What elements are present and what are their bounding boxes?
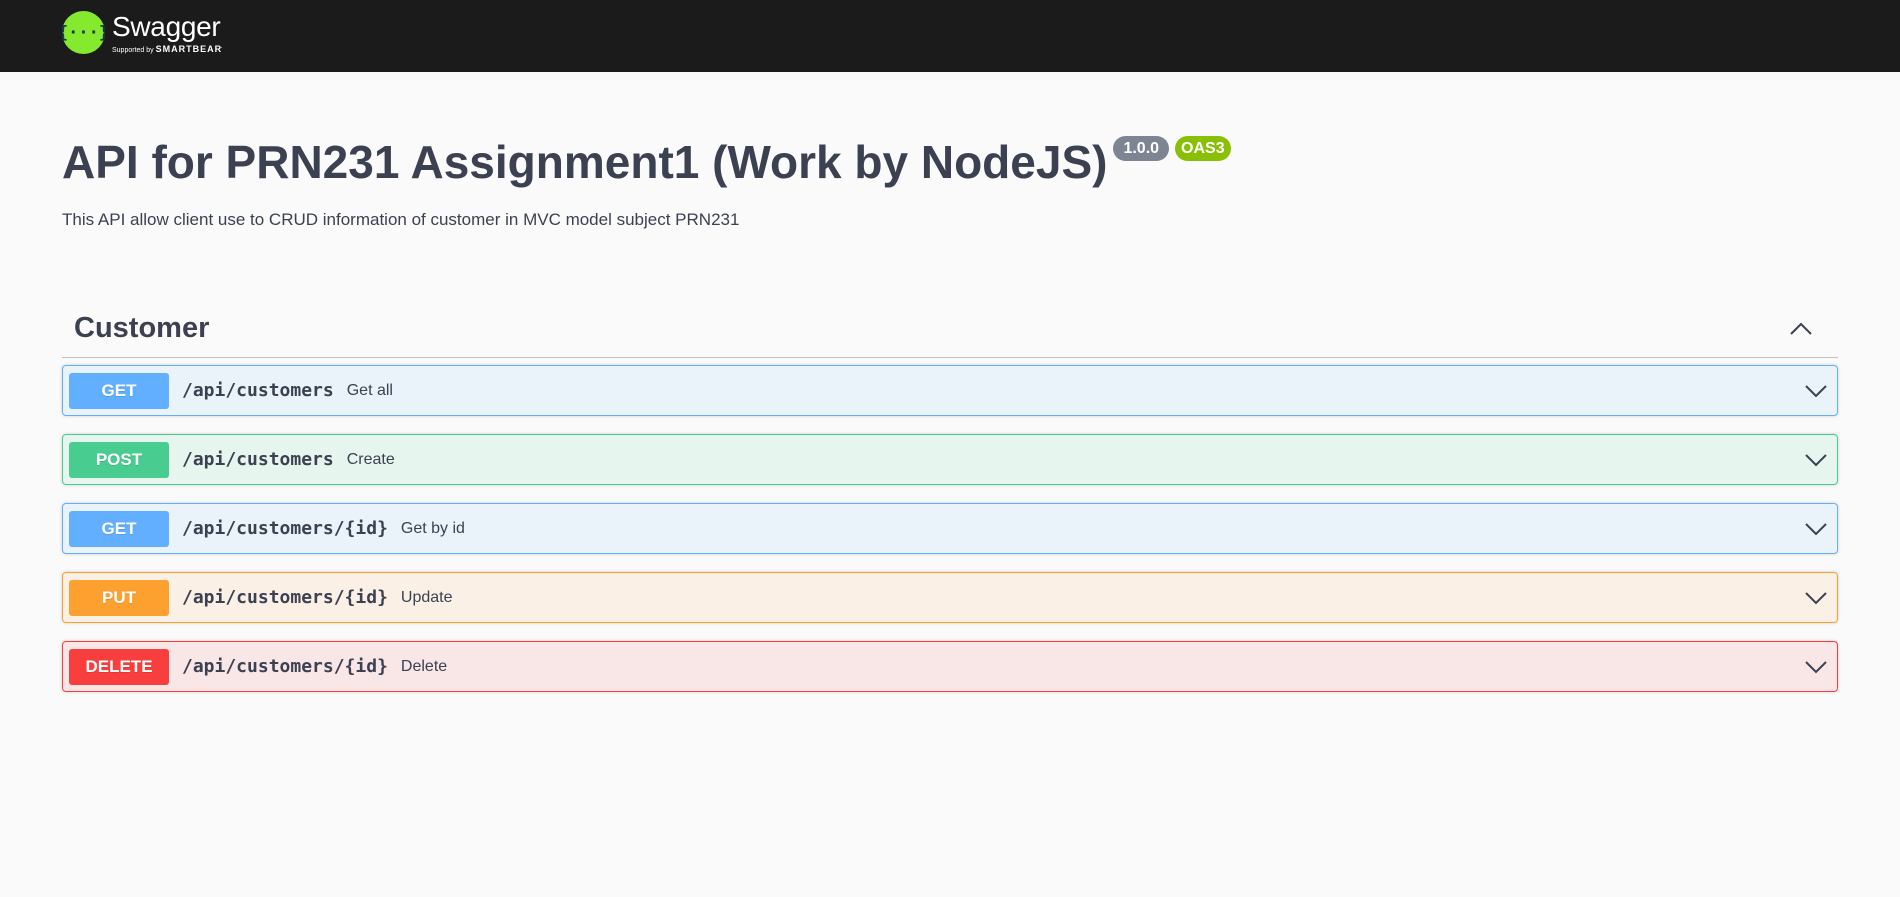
operation-path: /api/customers/{id} [182,518,388,539]
chevron-down-icon[interactable] [1801,376,1831,406]
api-info: API for PRN231 Assignment1 (Work by Node… [62,128,1842,230]
operation-post-customers[interactable]: POST /api/customers Create [62,434,1838,485]
tag-header-customer[interactable]: Customer [62,300,1838,358]
chevron-up-icon[interactable] [1786,314,1816,344]
version-badge: 1.0.0 [1113,136,1170,161]
chevron-down-icon[interactable] [1801,583,1831,613]
brand-text: Swagger. Supported by SMARTBEAR [112,11,222,56]
operation-summary: Delete [400,657,448,675]
topbar: {···} Swagger. Supported by SMARTBEAR [0,0,1900,72]
swagger-braces-icon: {···} [62,11,105,54]
operation-summary: Get by id [400,519,465,537]
method-badge: PUT [69,579,169,616]
operation-summary: Create [346,450,395,468]
operation-path: /api/customers [182,449,334,470]
title-row: API for PRN231 Assignment1 (Work by Node… [62,128,1842,196]
chevron-down-icon[interactable] [1801,445,1831,475]
method-badge: POST [69,441,169,478]
tag-name: Customer [74,312,210,344]
swagger-brand-link[interactable]: {···} Swagger. Supported by SMARTBEAR [62,11,222,56]
operation-path: /api/customers [182,380,334,401]
method-badge: GET [69,510,169,547]
operation-summary: Update [400,588,453,606]
operation-put-customer[interactable]: PUT /api/customers/{id} Update [62,572,1838,623]
brand-name: Swagger. [112,11,223,50]
tag-section-customer: Customer GET /api/customers Get all POST… [62,300,1838,692]
method-badge: GET [69,372,169,409]
operation-get-customers[interactable]: GET /api/customers Get all [62,365,1838,416]
operation-delete-customer[interactable]: DELETE /api/customers/{id} Delete [62,641,1838,692]
page-title: API for PRN231 Assignment1 (Work by Node… [62,136,1108,188]
operation-summary: Get all [346,381,393,399]
operation-path: /api/customers/{id} [182,656,388,677]
brand-subtitle: Supported by SMARTBEAR [112,44,223,54]
operation-get-customer-by-id[interactable]: GET /api/customers/{id} Get by id [62,503,1838,554]
api-description: This API allow client use to CRUD inform… [62,210,740,229]
method-badge: DELETE [69,648,169,685]
chevron-down-icon[interactable] [1801,514,1831,544]
svg-text:{···}: {···} [62,23,105,43]
oas-badge: OAS3 [1175,136,1231,161]
chevron-down-icon[interactable] [1801,652,1831,682]
operation-path: /api/customers/{id} [182,587,388,608]
